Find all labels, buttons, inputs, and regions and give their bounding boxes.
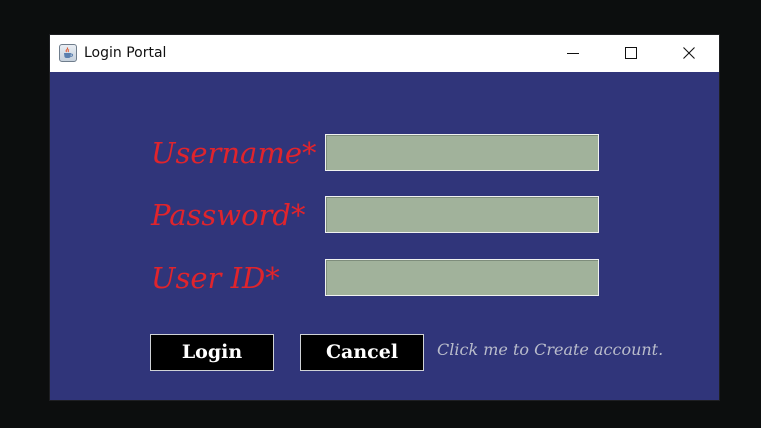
window-title: Login Portal: [84, 45, 167, 61]
minimize-button[interactable]: [544, 35, 602, 72]
create-account-link[interactable]: Click me to Create account.: [437, 338, 663, 362]
cancel-button[interactable]: Cancel: [300, 334, 424, 371]
close-button[interactable]: [660, 35, 718, 72]
java-coffee-cup-icon: [59, 44, 77, 62]
maximize-icon: [625, 47, 637, 59]
username-field[interactable]: [325, 134, 599, 171]
minimize-icon: [567, 53, 579, 54]
password-field[interactable]: [325, 196, 599, 233]
username-label: Username*: [151, 136, 317, 170]
login-panel: Username* Password* User ID* Login Cance…: [50, 72, 719, 400]
password-label: Password*: [151, 198, 306, 232]
title-bar[interactable]: Login Portal: [50, 35, 719, 72]
userid-field[interactable]: [325, 259, 599, 296]
close-icon: [683, 47, 695, 59]
userid-label: User ID*: [151, 261, 280, 295]
maximize-button[interactable]: [602, 35, 660, 72]
login-button[interactable]: Login: [150, 334, 274, 371]
login-window: Login Portal Username* Password* User ID…: [50, 35, 719, 400]
